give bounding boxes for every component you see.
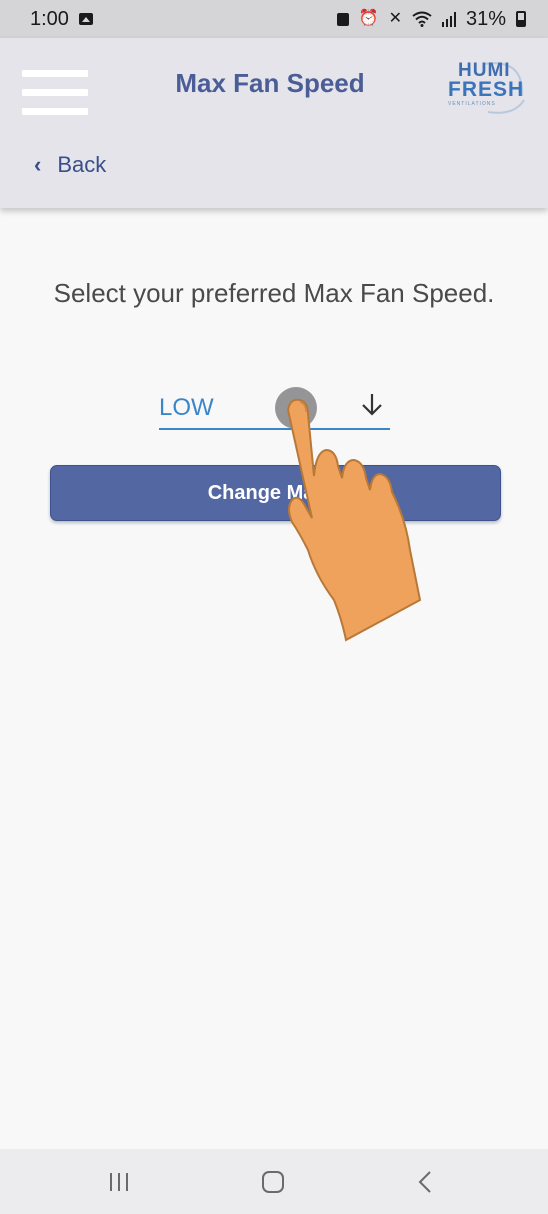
logo-line2: FRESH <box>448 78 525 101</box>
alarm-icon: ⏰ <box>358 10 379 27</box>
status-right: ⏰ ✕ 31% <box>336 7 526 31</box>
status-bar: 1:00 ⏰ ✕ 31% <box>0 0 548 38</box>
recent-apps-icon[interactable] <box>107 1171 131 1193</box>
lock-icon <box>336 12 349 26</box>
image-icon <box>78 13 93 25</box>
page-title: Max Fan Speed <box>175 68 365 98</box>
mute-icon: ✕ <box>388 10 402 27</box>
tap-hand-icon <box>275 387 422 642</box>
app-header: Max Fan Speed HUMI FRESH VENTILATIONS ‹ … <box>0 38 548 208</box>
menu-icon[interactable] <box>22 70 88 116</box>
signal-icon <box>441 12 456 27</box>
status-time: 1:00 <box>30 7 69 30</box>
back-label: Back <box>57 152 107 177</box>
back-nav-icon[interactable] <box>416 1169 434 1195</box>
system-nav-bar <box>0 1149 548 1214</box>
humifresh-logo: HUMI FRESH VENTILATIONS <box>444 56 528 120</box>
chevron-left-icon: ‹ <box>34 152 42 177</box>
status-left: 1:00 <box>30 8 93 31</box>
select-value: LOW <box>159 394 214 421</box>
wifi-icon <box>412 11 432 27</box>
back-button[interactable]: ‹ Back <box>34 152 106 178</box>
instruction-text: Select your preferred Max Fan Speed. <box>53 278 495 308</box>
home-icon[interactable] <box>262 1171 284 1193</box>
battery-percent: 31% <box>465 7 506 30</box>
logo-subtitle: VENTILATIONS <box>448 101 496 107</box>
battery-icon <box>516 11 526 27</box>
